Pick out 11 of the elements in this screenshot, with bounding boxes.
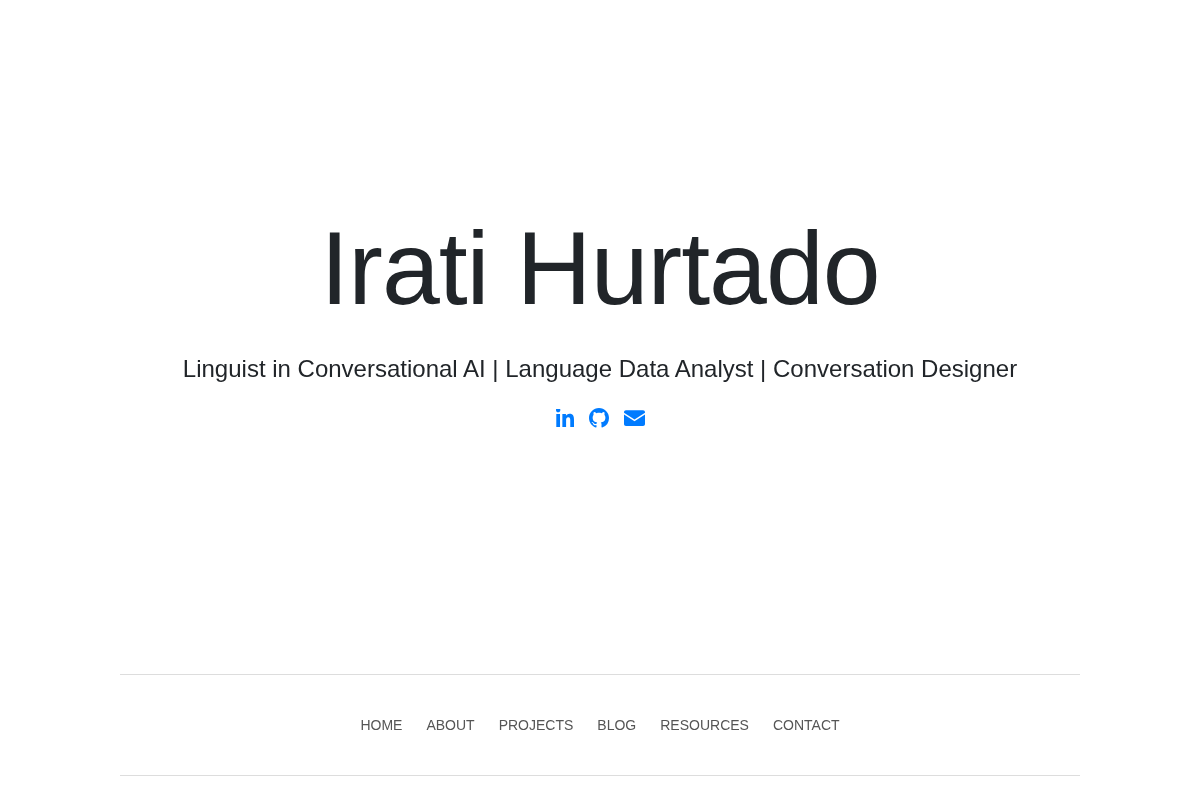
- nav-link[interactable]: ABOUT: [426, 716, 475, 734]
- site-title: Irati Hurtado: [320, 209, 880, 328]
- envelope-icon[interactable]: [623, 409, 645, 426]
- nav-link[interactable]: BLOG: [597, 716, 637, 734]
- nav-link[interactable]: RESOURCES: [660, 716, 749, 734]
- nav-link[interactable]: HOME: [360, 716, 403, 734]
- nav-link[interactable]: CONTACT: [772, 716, 840, 734]
- linkedin-icon[interactable]: [555, 408, 574, 427]
- tagline: Linguist in Conversational AI | Language Data Analyst | Conversation Designer: [182, 354, 1018, 384]
- github-icon[interactable]: [588, 407, 609, 428]
- nav-link[interactable]: PROJECTS: [498, 716, 574, 734]
